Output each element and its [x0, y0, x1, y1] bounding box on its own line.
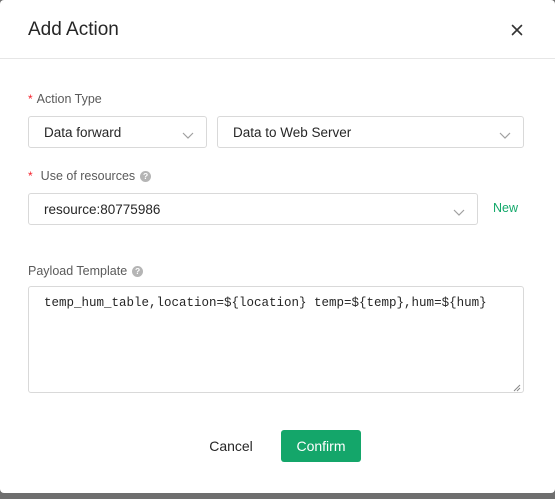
close-icon[interactable] [507, 20, 527, 40]
action-target-select[interactable]: Data to Web Server [217, 116, 524, 148]
question-circle-icon[interactable]: ? [132, 265, 144, 277]
cancel-button[interactable]: Cancel [203, 430, 259, 462]
chevron-down-icon [182, 127, 194, 139]
action-type-value: Data forward [44, 125, 122, 140]
resize-handle-icon[interactable] [513, 382, 521, 392]
payload-label-row: Payload Template ? [28, 264, 144, 278]
action-target-value: Data to Web Server [233, 125, 352, 140]
chevron-down-icon [499, 127, 511, 139]
add-action-dialog: Add Action * Action Type Data forward Da… [0, 0, 555, 493]
action-type-label: Action Type [36, 92, 102, 106]
dialog-title: Add Action [28, 19, 119, 40]
dialog-header: Add Action [0, 0, 555, 59]
confirm-button[interactable]: Confirm [281, 430, 361, 462]
required-mark: * [28, 92, 33, 106]
payload-label: Payload Template [28, 264, 128, 278]
resource-select[interactable]: resource:80775986 [28, 193, 478, 225]
new-resource-link[interactable]: New [493, 201, 518, 215]
resources-label: Use of resources [40, 169, 136, 183]
question-circle-icon[interactable]: ? [140, 170, 152, 182]
resource-value: resource:80775986 [44, 202, 161, 217]
payload-template-textarea[interactable]: temp_hum_table,location=${location} temp… [28, 286, 524, 393]
resources-label-row: * Use of resources ? [28, 169, 152, 183]
payload-template-value: temp_hum_table,location=${location} temp… [44, 296, 487, 310]
action-type-select[interactable]: Data forward [28, 116, 207, 148]
chevron-down-icon [453, 204, 465, 216]
action-type-label-row: * Action Type [28, 92, 102, 106]
required-mark: * [28, 169, 33, 183]
